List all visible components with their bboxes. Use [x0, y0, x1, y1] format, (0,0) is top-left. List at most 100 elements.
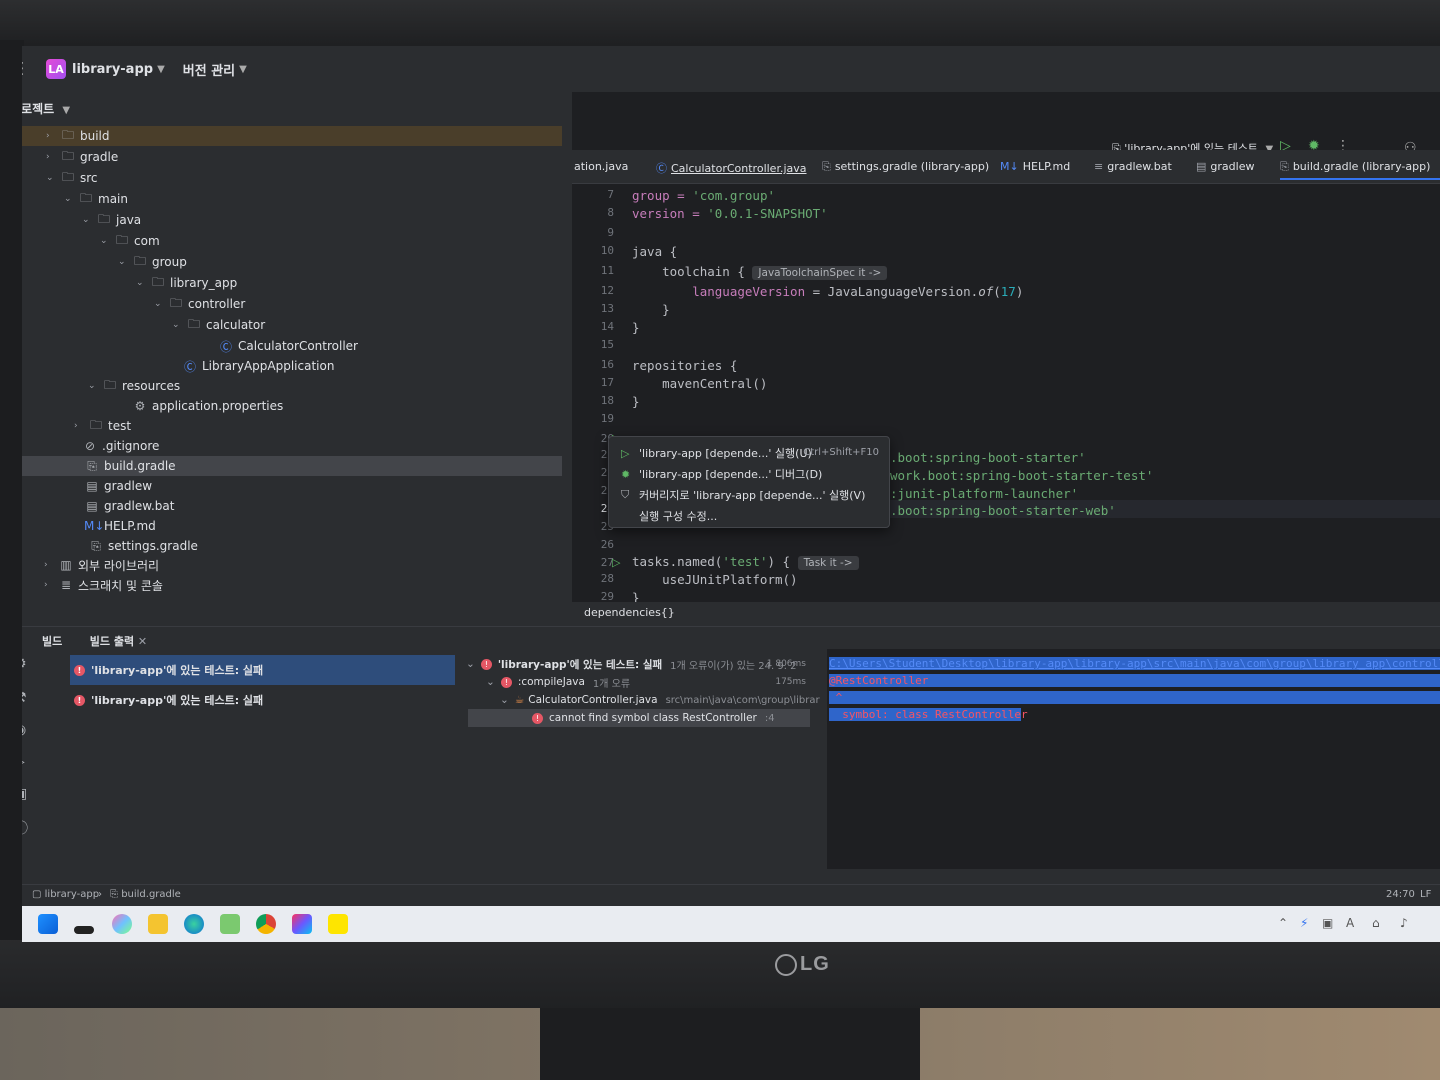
tree-item-group[interactable]: ⌄ 🗀 group [118, 252, 187, 272]
tree-error[interactable]: ! cannot find symbol class RestController… [468, 709, 810, 727]
hammer-icon[interactable]: ⚒ [22, 690, 27, 706]
menu-item-edit-config[interactable]: 실행 구성 수정... [621, 508, 717, 524]
ime-icon[interactable]: A [1346, 916, 1354, 930]
caret-position[interactable]: 24:70 [1386, 889, 1415, 900]
menu-item-coverage[interactable]: ⛉ 커버리지로 'library-app [depende...' 실행(V) [621, 487, 865, 503]
copilot-icon[interactable] [112, 914, 132, 934]
line-number[interactable]: 26 [586, 538, 614, 551]
chevron-right-icon[interactable]: › [74, 421, 88, 431]
tree-item-calculator[interactable]: ⌄ 🗀 calculator [172, 315, 265, 335]
tree-item-build[interactable]: › 🗀 build [22, 126, 562, 146]
tree-item-settings-gradle[interactable]: ⎘ settings.gradle [74, 536, 198, 556]
tree-item-gitignore[interactable]: ⊘ .gitignore [68, 436, 159, 456]
tray-icon[interactable]: ▣ [1322, 916, 1333, 930]
line-number[interactable]: 18 [586, 394, 614, 407]
tree-item-calculatorcontroller[interactable]: Ⓒ CalculatorController [204, 336, 358, 356]
services-icon[interactable]: ◉ [22, 722, 26, 738]
vcs-menu[interactable]: 버전 관리 [183, 60, 235, 79]
tree-item-libraryappapplication[interactable]: Ⓒ LibraryAppApplication [168, 356, 334, 376]
tree-item-resources[interactable]: ⌄ 🗀 resources [88, 376, 180, 396]
chevron-right-icon[interactable]: › [46, 131, 60, 141]
build-run-item[interactable]: !'library-app'에 있는 테스트: 실패 [70, 685, 455, 715]
tree-item-test[interactable]: › 🗀 test [74, 416, 131, 436]
chrome-icon[interactable] [256, 914, 276, 934]
line-number[interactable]: 7 [586, 188, 614, 201]
tree-item-controller[interactable]: ⌄ 🗀 controller [154, 294, 245, 314]
status-crumb-file[interactable]: ⎘ build.gradle [110, 889, 181, 900]
line-number[interactable]: 9 [586, 226, 614, 239]
line-number[interactable]: 14 [586, 320, 614, 333]
tree-item-gradle[interactable]: › 🗀 gradle [46, 147, 118, 167]
kakaotalk-icon[interactable] [328, 914, 348, 934]
menu-item-run[interactable]: ▷'library-app [depende...' 실행(U) [621, 445, 812, 461]
main-menu-icon[interactable]: ☰ [22, 59, 28, 80]
tree-item[interactable]: › ▥ 외부 라이브러리 [44, 555, 159, 575]
tree-item-com[interactable]: ⌄ 🗀 com [100, 231, 160, 251]
chevron-right-icon[interactable]: › [44, 560, 58, 570]
status-crumb-project[interactable]: ▢ library-app [32, 889, 99, 900]
line-number[interactable]: 11 [586, 264, 614, 277]
tree-item-build-gradle[interactable]: ⎘ build.gradle [22, 456, 562, 476]
chevron-down-icon[interactable]: ⌄ [88, 381, 102, 391]
tree-item-java[interactable]: ⌄ 🗀 java [82, 210, 141, 230]
tree-item-gradlew-bat[interactable]: ▤ gradlew.bat [70, 496, 174, 516]
tree-item-gradlew[interactable]: ▤ gradlew [70, 476, 152, 496]
tree-item[interactable]: › ≣ 스크래치 및 콘솔 [44, 575, 163, 595]
tree-item-help-md[interactable]: M↓ HELP.md [70, 516, 156, 536]
tree-item-application-properties[interactable]: ⚙ application.properties [118, 396, 284, 416]
intellij-icon[interactable] [292, 914, 312, 934]
tree-item-library-app[interactable]: ⌄ 🗀 library_app [136, 273, 237, 293]
task-view-icon[interactable] [74, 926, 94, 934]
project-panel-header[interactable]: 프로젝트 ▼ [22, 100, 70, 117]
line-number[interactable]: 17 [586, 376, 614, 389]
chevron-right-icon[interactable]: › [46, 152, 60, 162]
line-number[interactable]: 8 [586, 206, 614, 219]
chevron-down-icon[interactable]: ⌄ [118, 257, 132, 267]
line-number[interactable]: 10 [586, 244, 614, 257]
file-explorer-icon[interactable] [148, 914, 168, 934]
line-number[interactable]: 27 [586, 556, 614, 569]
terminal-icon[interactable]: ▣ [22, 786, 27, 802]
chevron-down-icon[interactable]: ⌄ [154, 299, 168, 309]
chevron-down-icon[interactable]: ⌄ [100, 236, 114, 246]
network-icon[interactable]: ⌂ [1372, 916, 1380, 930]
tab-help-md[interactable]: M↓ HELP.md [1000, 160, 1070, 173]
tab-build-gradle[interactable]: ⎘build.gradle (library-app) ✕ [1280, 160, 1440, 180]
chevron-down-icon[interactable]: ⌄ [82, 215, 96, 225]
run-icon[interactable]: ▷ [22, 754, 25, 770]
tree-item-src[interactable]: ⌄ 🗀 src [46, 168, 98, 188]
tab-gradlew-bat[interactable]: ≡ gradlew.bat [1094, 160, 1172, 173]
chevron-down-icon[interactable]: ⌄ [64, 194, 78, 204]
chevron-down-icon[interactable]: ⌄ [172, 320, 186, 330]
tab-gradlew[interactable]: ▤ gradlew [1196, 160, 1254, 173]
project-switcher[interactable]: library-app [72, 62, 153, 77]
problems-icon[interactable]: ⓘ [22, 818, 28, 838]
tab-build[interactable]: 빌드 [42, 635, 62, 648]
gear-icon[interactable]: ⚙ [22, 656, 27, 672]
tab-application-java[interactable]: ation.java [574, 160, 628, 173]
line-number[interactable]: 15 [586, 338, 614, 351]
windows-start-icon[interactable] [38, 914, 58, 934]
app-icon[interactable] [220, 914, 240, 934]
chevron-right-icon[interactable]: › [44, 580, 58, 590]
tray-app-icon[interactable]: ⚡ [1300, 916, 1308, 930]
line-ending[interactable]: LF [1420, 889, 1431, 900]
menu-item-debug[interactable]: ✹'library-app [depende...' 디버그(D) [621, 466, 822, 482]
line-number[interactable]: 28 [586, 572, 614, 585]
tree-file[interactable]: ⌄ ☕ CalculatorController.java src\main\java… [500, 691, 820, 709]
line-number[interactable]: 19 [586, 412, 614, 425]
tab-build-output[interactable]: 빌드 출력 ✕ [90, 635, 147, 648]
close-icon[interactable]: ✕ [138, 635, 147, 648]
build-console[interactable]: C:\Users\Student\Desktop\library-app\lib… [827, 649, 1440, 869]
tab-settings-gradle[interactable]: ⎘ settings.gradle (library-app) [822, 160, 989, 174]
editor-breadcrumb[interactable]: dependencies{} [572, 602, 1440, 624]
line-number[interactable]: 16 [586, 358, 614, 371]
tree-root[interactable]: ⌄!'library-app'에 있는 테스트: 실패 1개 오류이(가) 있는 … [466, 655, 806, 673]
tab-calculator-controller[interactable]: Ⓒ CalculatorController.java [656, 160, 807, 176]
chevron-up-icon[interactable]: ⌃ [1278, 916, 1288, 930]
chevron-down-icon[interactable]: ⌄ [46, 173, 60, 183]
chevron-down-icon[interactable]: ⌄ [136, 278, 150, 288]
run-gutter-icon[interactable]: ▷ [612, 556, 620, 569]
build-run-item[interactable]: !'library-app'에 있는 테스트: 실패 [70, 655, 455, 685]
line-number[interactable]: 12 [586, 284, 614, 297]
